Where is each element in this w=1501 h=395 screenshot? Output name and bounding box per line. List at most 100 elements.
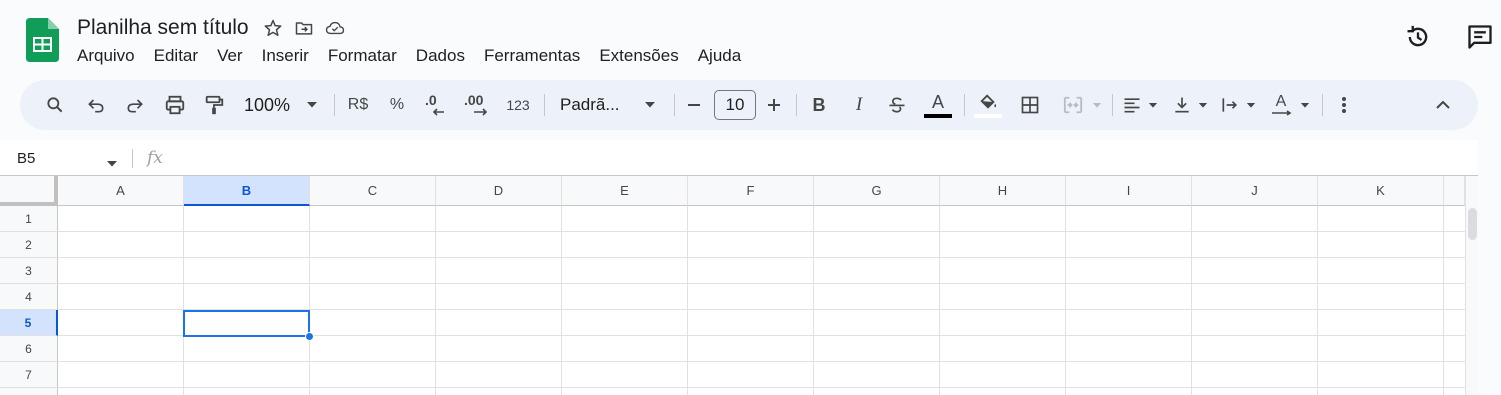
name-box-dropdown-icon[interactable] [106,155,118,173]
formula-bar-separator [132,149,133,168]
collapse-toolbar-icon[interactable] [1430,80,1456,130]
name-box[interactable]: B5 [17,150,35,167]
horizontal-align-icon[interactable] [1120,80,1144,130]
row-header[interactable]: 4 [0,284,58,310]
svg-text:.00: .00 [464,92,484,108]
menu-dados[interactable]: Dados [408,46,473,66]
comments-icon[interactable] [1465,22,1495,52]
column-header[interactable]: F [688,176,814,206]
column-header[interactable]: C [310,176,436,206]
column-header[interactable]: K [1318,176,1444,206]
zoom-dropdown-icon[interactable] [304,80,320,130]
row-header[interactable]: 5 [0,310,58,336]
vertical-scrollbar[interactable] [1465,176,1478,395]
spreadsheet-grid[interactable]: A B C D E F G H I J K 1 2 3 4 5 6 7 [0,176,1465,395]
text-wrapping-icon[interactable] [1218,80,1242,130]
currency-format-button[interactable]: R$ [342,80,374,130]
menu-formatar[interactable]: Formatar [320,46,405,66]
column-gridline [687,206,688,395]
font-select[interactable]: Padrã... [560,80,628,130]
horizontal-align-dropdown-icon[interactable] [1146,80,1160,130]
version-history-icon[interactable] [1403,22,1433,52]
menu-ferramentas[interactable]: Ferramentas [476,46,588,66]
column-gridline [561,206,562,395]
redo-icon[interactable] [122,80,148,130]
bold-button[interactable]: B [806,80,832,130]
menu-extensoes[interactable]: Extensões [591,46,686,66]
row-gridline [58,231,1465,232]
star-icon[interactable] [263,18,283,38]
select-all-corner[interactable] [0,176,58,206]
print-icon[interactable] [161,80,189,130]
active-cell-selection[interactable] [183,310,310,337]
strikethrough-icon[interactable] [884,80,910,130]
menu-ver[interactable]: Ver [209,46,251,66]
row-header[interactable]: 7 [0,362,58,388]
toolbar: 100% R$ % .0 .00 123 Padrã... 10 B I A A [20,80,1478,130]
sheets-logo-icon[interactable] [26,18,59,62]
scrollbar-thumb[interactable] [1468,208,1477,240]
decrease-decimals-button[interactable]: .0 [422,80,450,130]
increase-font-size-icon[interactable] [762,80,786,130]
document-title[interactable]: Planilha sem título [77,16,263,40]
column-gridline [309,206,310,395]
zoom-select[interactable]: 100% [238,80,296,130]
merge-cells-icon[interactable] [1060,80,1086,130]
row-gridline [58,283,1465,284]
toolbar-separator [1112,94,1113,116]
move-folder-icon[interactable] [294,18,314,38]
menu-bar: Arquivo Editar Ver Inserir Formatar Dado… [69,42,752,70]
vertical-align-icon[interactable] [1170,80,1194,130]
column-header-partial[interactable] [1444,176,1465,206]
row-header[interactable]: 6 [0,336,58,362]
column-header[interactable]: H [940,176,1066,206]
fill-handle[interactable] [305,332,314,341]
column-gridline [183,206,184,395]
column-header[interactable]: J [1192,176,1318,206]
decrease-font-size-icon[interactable] [682,80,706,130]
font-dropdown-icon[interactable] [642,80,658,130]
more-formats-button[interactable]: 123 [502,80,534,130]
row-header[interactable]: 1 [0,206,58,232]
undo-icon[interactable] [83,80,109,130]
merge-dropdown-icon[interactable] [1090,80,1104,130]
toolbar-separator [796,94,797,116]
column-header[interactable]: A [58,176,184,206]
column-header[interactable]: B [184,176,310,206]
search-menus-icon[interactable] [42,80,68,130]
borders-icon[interactable] [1017,80,1043,130]
column-header[interactable]: G [814,176,940,206]
formula-bar: B5 fx [0,140,1478,176]
fx-icon: fx [147,148,163,168]
text-wrapping-dropdown-icon[interactable] [1244,80,1258,130]
menu-arquivo[interactable]: Arquivo [69,46,143,66]
column-gridline [435,206,436,395]
row-header[interactable]: 2 [0,232,58,258]
title-row: Planilha sem título [77,14,356,42]
menu-editar[interactable]: Editar [146,46,206,66]
more-vert-icon[interactable] [1334,80,1354,130]
fill-color-button[interactable] [972,80,1004,130]
font-size-input[interactable]: 10 [714,90,756,120]
column-header[interactable]: I [1066,176,1192,206]
text-rotation-button[interactable]: A [1268,80,1294,130]
column-header[interactable]: D [436,176,562,206]
paint-format-icon[interactable] [201,80,227,130]
toolbar-separator [674,94,675,116]
increase-decimals-button[interactable]: .00 [462,80,494,130]
column-header[interactable]: E [562,176,688,206]
column-gridline [813,206,814,395]
row-header[interactable]: 3 [0,258,58,284]
text-rotation-dropdown-icon[interactable] [1298,80,1312,130]
row-header[interactable] [0,388,58,395]
percent-format-button[interactable]: % [384,80,410,130]
cloud-saved-icon[interactable] [325,18,345,38]
vertical-align-dropdown-icon[interactable] [1196,80,1210,130]
row-gridline [58,361,1465,362]
menu-ajuda[interactable]: Ajuda [690,46,749,66]
text-color-button[interactable]: A [922,80,954,130]
menu-inserir[interactable]: Inserir [254,46,317,66]
row-gridline [58,387,1465,388]
text-color-swatch [924,113,952,118]
italic-button[interactable]: I [846,80,872,130]
